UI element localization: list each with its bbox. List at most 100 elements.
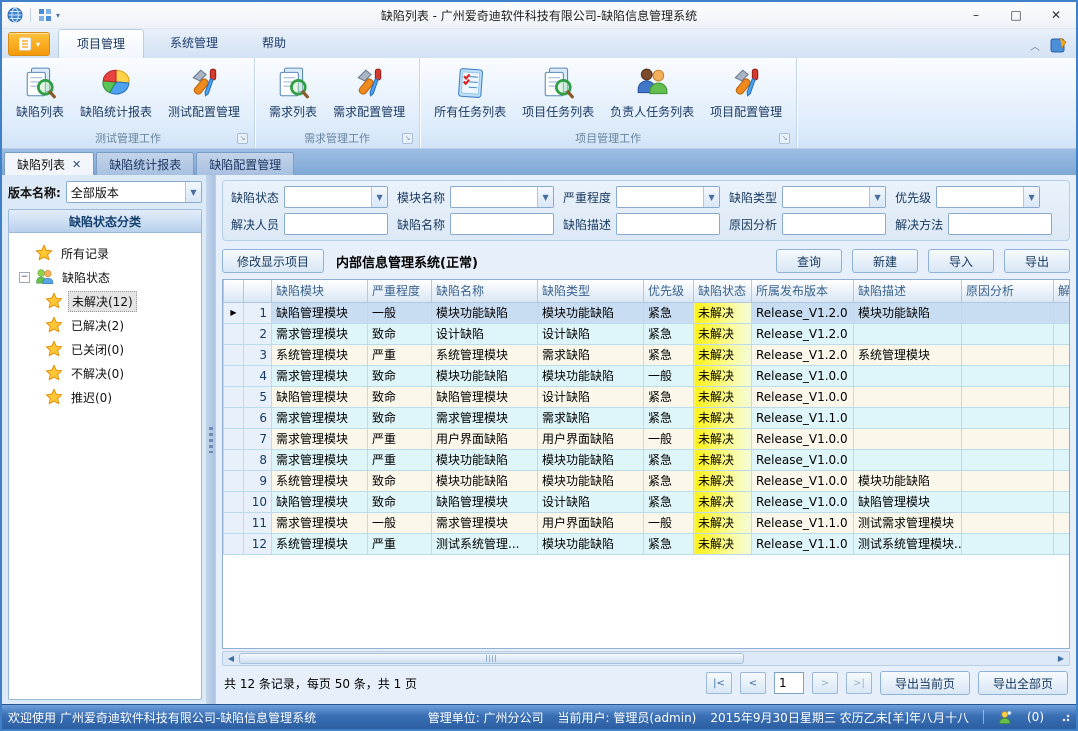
cell-status[interactable]: 未解决 [694,470,752,491]
cell-solution[interactable] [1054,365,1071,386]
cell-status[interactable]: 未解决 [694,365,752,386]
cell-sel[interactable] [224,491,244,512]
cell-num[interactable]: 9 [244,470,272,491]
cell-severity[interactable]: 严重 [368,428,432,449]
collapse-expander-icon[interactable]: − [19,272,30,283]
cell-module[interactable]: 需求管理模块 [272,407,368,428]
cell-sel[interactable] [224,386,244,407]
cell-module[interactable]: 需求管理模块 [272,428,368,449]
cell-type[interactable]: 模块功能缺陷 [538,449,644,470]
cell-severity[interactable]: 严重 [368,533,432,554]
cell-analysis[interactable] [962,365,1054,386]
cell-name[interactable]: 缺陷管理模块 [432,491,538,512]
page-number-input[interactable] [774,672,804,694]
cell-sel[interactable] [224,470,244,491]
cell-desc[interactable]: 测试需求管理模块 [854,512,962,533]
filter-input-解决人员[interactable] [284,213,388,235]
cell-version[interactable]: Release_V1.2.0 [752,344,854,365]
cell-version[interactable]: Release_V1.1.0 [752,533,854,554]
cell-priority[interactable]: 紧急 [644,533,694,554]
column-header-analysis[interactable]: 原因分析 [962,280,1054,302]
filter-select-缺陷类型[interactable]: ▼ [782,186,886,208]
cell-type[interactable]: 用户界面缺陷 [538,428,644,449]
cell-desc[interactable]: 模块功能缺陷 [854,302,962,323]
column-header-desc[interactable]: 缺陷描述 [854,280,962,302]
tree-node-不解决(0)[interactable]: 不解决(0) [19,361,197,385]
cell-status[interactable]: 未解决 [694,428,752,449]
ribbon-button-需求配置管理[interactable]: 需求配置管理 [325,62,413,122]
cell-type[interactable]: 需求缺陷 [538,344,644,365]
cell-status[interactable]: 未解决 [694,533,752,554]
dialog-launcher-icon[interactable]: ↘ [237,133,248,144]
table-row[interactable]: 9系统管理模块致命模块功能缺陷模块功能缺陷紧急未解决Release_V1.0.0… [224,470,1071,491]
last-page-button[interactable]: >| [846,672,872,694]
cell-solution[interactable] [1054,449,1071,470]
cell-severity[interactable]: 致命 [368,407,432,428]
cell-priority[interactable]: 一般 [644,512,694,533]
cell-priority[interactable]: 紧急 [644,470,694,491]
cell-solution[interactable] [1054,512,1071,533]
filter-input-缺陷描述[interactable] [616,213,720,235]
table-row[interactable]: ▶1缺陷管理模块一般模块功能缺陷模块功能缺陷紧急未解决Release_V1.2.… [224,302,1071,323]
cell-severity[interactable]: 一般 [368,512,432,533]
cell-version[interactable]: Release_V1.0.0 [752,365,854,386]
ribbon-button-负责人任务列表[interactable]: 负责人任务列表 [602,62,702,122]
cell-type[interactable]: 设计缺陷 [538,386,644,407]
ribbon-button-所有任务列表[interactable]: 所有任务列表 [426,62,514,122]
cell-sel[interactable] [224,449,244,470]
column-header-type[interactable]: 缺陷类型 [538,280,644,302]
cell-sel[interactable] [224,533,244,554]
column-header-name[interactable]: 缺陷名称 [432,280,538,302]
filter-input-缺陷名称[interactable] [450,213,554,235]
scrollbar-track[interactable] [239,652,1053,665]
cell-type[interactable]: 需求缺陷 [538,407,644,428]
table-row[interactable]: 12系统管理模块严重测试系统管理...模块功能缺陷紧急未解决Release_V1… [224,533,1071,554]
scroll-left-icon[interactable]: ◀ [223,654,239,663]
cell-status[interactable]: 未解决 [694,407,752,428]
cell-module[interactable]: 系统管理模块 [272,344,368,365]
cell-name[interactable]: 系统管理模块 [432,344,538,365]
cell-analysis[interactable] [962,491,1054,512]
cell-desc[interactable] [854,386,962,407]
ribbon-button-缺陷统计报表[interactable]: 缺陷统计报表 [72,62,160,122]
table-row[interactable]: 6需求管理模块致命需求管理模块需求缺陷紧急未解决Release_V1.1.0 [224,407,1071,428]
cell-num[interactable]: 5 [244,386,272,407]
ribbon-tab-帮助[interactable]: 帮助 [244,29,304,58]
tree-node-已关闭(0)[interactable]: 已关闭(0) [19,337,197,361]
tree-node-已解决(2)[interactable]: 已解决(2) [19,313,197,337]
ribbon-button-测试配置管理[interactable]: 测试配置管理 [160,62,248,122]
layout-icon[interactable] [38,8,52,22]
resize-grip-icon[interactable] [1060,712,1070,722]
doc-tab-缺陷列表[interactable]: 缺陷列表✕ [4,152,94,175]
cell-type[interactable]: 模块功能缺陷 [538,302,644,323]
cell-severity[interactable]: 致命 [368,470,432,491]
filter-select-缺陷状态[interactable]: ▼ [284,186,388,208]
maximize-button[interactable]: □ [996,2,1036,28]
close-tab-icon[interactable]: ✕ [72,158,81,171]
cell-solution[interactable] [1054,491,1071,512]
cell-version[interactable]: Release_V1.2.0 [752,302,854,323]
cell-desc[interactable]: 缺陷管理模块 [854,491,962,512]
export-all-pages-button[interactable]: 导出全部页 [978,671,1068,695]
cell-desc[interactable] [854,449,962,470]
cell-solution[interactable] [1054,302,1071,323]
filter-select-优先级[interactable]: ▼ [936,186,1040,208]
cell-module[interactable]: 缺陷管理模块 [272,386,368,407]
cell-analysis[interactable] [962,323,1054,344]
cell-sel[interactable] [224,428,244,449]
cell-analysis[interactable] [962,512,1054,533]
cell-name[interactable]: 模块功能缺陷 [432,449,538,470]
cell-num[interactable]: 11 [244,512,272,533]
column-header-status[interactable]: 缺陷状态 [694,280,752,302]
cell-sel[interactable] [224,512,244,533]
cell-desc[interactable] [854,428,962,449]
user-status-icon[interactable] [998,710,1013,725]
prev-page-button[interactable]: < [740,672,766,694]
查询-button[interactable]: 查询 [776,249,842,273]
cell-module[interactable]: 系统管理模块 [272,533,368,554]
scroll-right-icon[interactable]: ▶ [1053,654,1069,663]
cell-name[interactable]: 缺陷管理模块 [432,386,538,407]
export-current-page-button[interactable]: 导出当前页 [880,671,970,695]
新建-button[interactable]: 新建 [852,249,918,273]
dialog-launcher-icon[interactable]: ↘ [402,133,413,144]
